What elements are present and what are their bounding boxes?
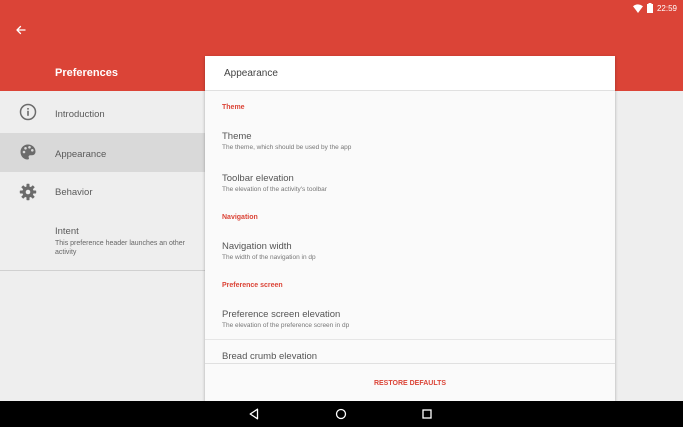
card-title: Appearance [224, 68, 278, 79]
pref-title: Theme [222, 131, 252, 142]
palette-icon [20, 144, 36, 160]
back-arrow-icon[interactable] [12, 22, 32, 38]
pref-summary: The width of the navigation in dp [222, 254, 316, 261]
back-triangle-icon[interactable] [247, 407, 261, 421]
nav-item-label: Introduction [55, 109, 105, 120]
restore-defaults-button[interactable]: RESTORE DEFAULTS [205, 364, 615, 402]
pref-title: Toolbar elevation [222, 173, 294, 184]
nav-item-label: Behavior [55, 187, 93, 198]
nav-item-introduction[interactable]: Introduction [0, 91, 205, 133]
card-header: Appearance [205, 56, 615, 91]
pref-title: Navigation width [222, 241, 292, 252]
section-header-preference-screen: Preference screen [222, 282, 283, 289]
status-bar: 22:59 [632, 2, 677, 14]
pref-bread-crumb-elevation[interactable]: Bread crumb elevation [222, 351, 317, 362]
pref-navigation-width[interactable]: Navigation width The width of the naviga… [222, 241, 316, 261]
info-icon [19, 103, 37, 121]
divider [205, 339, 615, 340]
pref-theme[interactable]: Theme The theme, which should be used by… [222, 131, 351, 151]
nav-item-intent[interactable]: Intent This preference header launches a… [0, 212, 205, 270]
preference-card: Appearance Theme Theme The theme, which … [205, 56, 615, 402]
pref-summary: The elevation of the preference screen i… [222, 322, 350, 329]
pref-preference-screen-elevation[interactable]: Preference screen elevation The elevatio… [222, 309, 349, 329]
battery-icon [646, 3, 653, 13]
section-header-theme: Theme [222, 104, 245, 111]
pref-title: Preference screen elevation [222, 309, 341, 320]
nav-item-label: Appearance [55, 149, 107, 160]
preference-headers-list: Introduction Appearance Behavior Intent … [0, 91, 205, 401]
gear-icon [19, 183, 37, 201]
system-nav-bar [0, 401, 683, 427]
nav-item-behavior[interactable]: Behavior [0, 172, 205, 212]
divider [0, 270, 205, 271]
recents-square-icon[interactable] [420, 407, 434, 421]
pref-title: Bread crumb elevation [222, 351, 318, 362]
nav-item-appearance[interactable]: Appearance [0, 133, 205, 172]
card-footer: RESTORE DEFAULTS [205, 363, 615, 402]
pref-toolbar-elevation[interactable]: Toolbar elevation The elevation of the a… [222, 173, 327, 193]
pref-summary: The theme, which should be used by the a… [222, 144, 352, 151]
wifi-icon [632, 3, 643, 13]
page-title: Preferences [55, 67, 118, 79]
status-time: 22:59 [656, 3, 677, 13]
section-header-navigation: Navigation [222, 214, 258, 221]
pref-summary: The elevation of the activity's toolbar [222, 186, 327, 193]
nav-item-summary: This preference header launches an other… [55, 240, 185, 256]
home-circle-icon[interactable] [334, 407, 348, 421]
nav-item-label: Intent [55, 226, 79, 237]
